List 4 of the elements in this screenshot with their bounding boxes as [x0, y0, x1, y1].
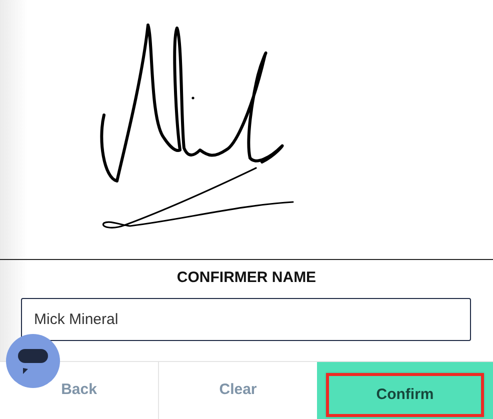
name-input[interactable]: Mick Mineral [21, 298, 471, 340]
field-label: CONFIRMER NAME [176, 268, 316, 288]
confirm-button[interactable]: Confirm [317, 362, 493, 419]
chat-bubble-icon [17, 348, 49, 374]
